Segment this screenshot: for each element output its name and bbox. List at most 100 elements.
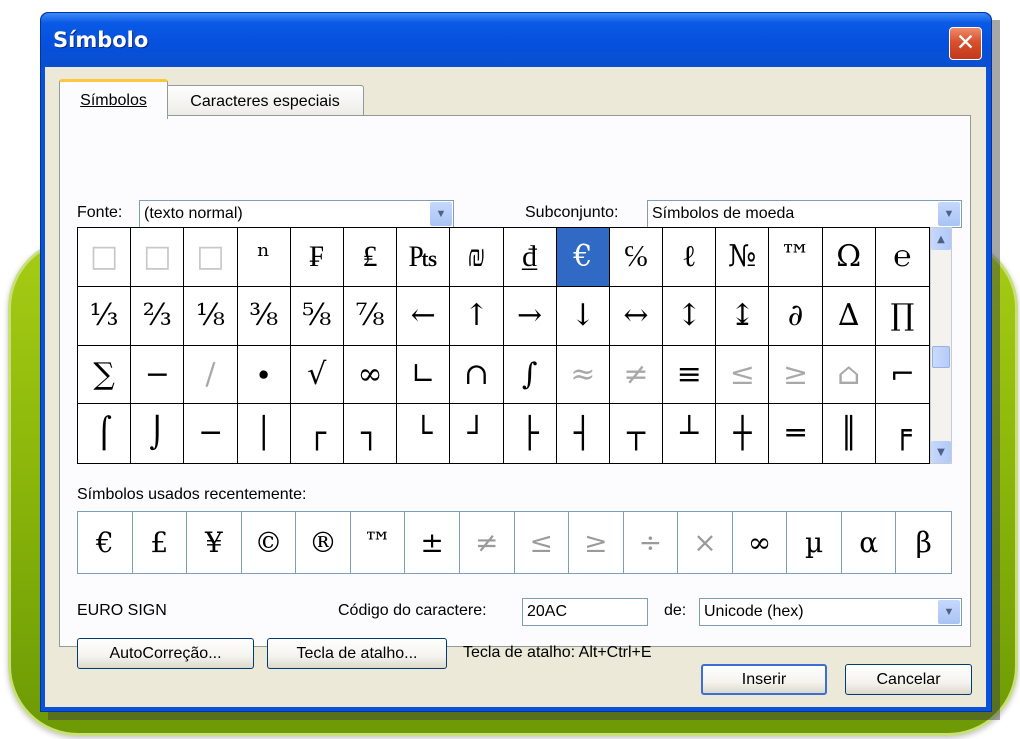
symbol-cell[interactable]: ┐	[344, 404, 398, 463]
symbol-cell[interactable]: √	[290, 345, 344, 405]
symbol-cell-selected[interactable]: €	[556, 228, 610, 287]
recent-symbol-cell[interactable]: €	[78, 512, 133, 573]
close-button[interactable]: ✕	[949, 27, 982, 60]
recent-symbol-cell[interactable]: ≥	[569, 512, 624, 573]
symbol-cell[interactable]: │	[238, 404, 291, 463]
symbol-cell[interactable]: ⅜	[237, 286, 291, 346]
symbol-cell[interactable]: №	[716, 228, 770, 287]
symbol-cell[interactable]: Ω	[822, 228, 876, 287]
recent-symbol-cell[interactable]: β	[896, 512, 951, 573]
symbol-cell[interactable]: └	[397, 404, 451, 463]
symbol-cell[interactable]: ⅝	[290, 286, 344, 346]
symbol-cell[interactable]: ∫	[503, 345, 557, 405]
symbol-cell[interactable]: ┬	[610, 404, 664, 463]
symbol-cell[interactable]: ┼	[716, 404, 770, 463]
symbol-cell[interactable]: ⌠	[78, 404, 132, 463]
symbol-cell[interactable]: ┴	[663, 404, 717, 463]
symbol-cell[interactable]: ≥	[769, 345, 823, 405]
scroll-up-button[interactable]: ▲	[931, 228, 951, 250]
recent-symbol-cell[interactable]: ±	[405, 512, 460, 573]
symbol-cell[interactable]: ∞	[343, 345, 398, 405]
symbol-cell[interactable]: ₪	[450, 228, 504, 287]
symbol-cell[interactable]: ∆	[822, 286, 876, 346]
symbol-cell[interactable]: ⌡	[131, 404, 185, 463]
chevron-down-icon[interactable]: ▼	[430, 202, 452, 226]
recent-symbol-cell[interactable]: ÷	[624, 512, 679, 573]
symbol-cell[interactable]: ╒	[876, 404, 929, 463]
recent-symbol-cell[interactable]: ™	[351, 512, 406, 573]
recent-symbol-cell[interactable]: α	[842, 512, 897, 573]
symbol-cell[interactable]: ℓ	[663, 228, 717, 287]
scroll-thumb[interactable]	[932, 346, 950, 368]
insert-button[interactable]: Inserir	[701, 664, 827, 695]
symbol-cell[interactable]: ┘	[450, 404, 504, 463]
symbol-cell[interactable]: ≡	[663, 345, 717, 405]
symbol-cell[interactable]: ™	[769, 228, 823, 287]
symbol-cell[interactable]: ║	[823, 404, 876, 463]
scroll-down-button[interactable]: ▼	[931, 441, 951, 463]
cancel-button[interactable]: Cancelar	[845, 664, 972, 695]
recent-symbol-cell[interactable]: ®	[296, 512, 351, 573]
symbol-cell[interactable]: ≈	[556, 345, 610, 405]
chevron-down-icon[interactable]: ▼	[938, 600, 960, 624]
tab-simbolos[interactable]: Símbolos	[59, 79, 168, 119]
autocorrect-button[interactable]: AutoCorreção...	[77, 638, 254, 669]
symbol-cell[interactable]: ├	[504, 404, 557, 463]
recent-symbol-cell[interactable]: µ	[787, 512, 842, 573]
chevron-down-icon[interactable]: ▼	[938, 202, 960, 226]
subset-select[interactable]: Símbolos de moeda ▼	[647, 200, 962, 228]
font-select[interactable]: (texto normal) ▼	[139, 200, 454, 228]
symbol-cell[interactable]: ₫	[503, 228, 557, 287]
symbol-cell[interactable]: ℮	[875, 228, 929, 287]
symbol-cell[interactable]: →	[503, 286, 557, 346]
title-bar[interactable]: Símbolo ✕	[41, 13, 991, 67]
symbol-cell[interactable]: ∏	[875, 287, 929, 346]
symbol-cell[interactable]: ↨	[716, 286, 770, 346]
symbol-grid[interactable]: □ □ □ ⁿ ₣ ₤ ₧ ₪ ₫ € ℅ ℓ № ™ Ω ℮ ⅓ ⅔ ⅛ ⅜ ⅝ ⅞ ← ↑ → ↓ ↔ ↕ ↨ ∂ ∆ ∏ ∑ − ∕ ∙ √ ∞ ∟ ∩…	[77, 227, 930, 464]
symbol-cell[interactable]: ℅	[609, 228, 664, 287]
symbol-cell[interactable]: ∙	[237, 345, 291, 405]
recent-symbol-cell[interactable]: ∞	[733, 512, 788, 573]
symbol-cell[interactable]: ⅛	[184, 286, 238, 346]
from-select[interactable]: Unicode (hex) ▼	[699, 598, 962, 626]
symbol-cell[interactable]: □	[184, 228, 238, 287]
shortcut-key-button[interactable]: Tecla de atalho...	[267, 638, 447, 669]
symbol-cell[interactable]: □	[78, 228, 132, 287]
recent-symbol-cell[interactable]: ≤	[515, 512, 570, 573]
symbol-cell[interactable]: ↓	[556, 286, 610, 346]
symbol-cell[interactable]: ≠	[609, 345, 664, 405]
symbol-cell[interactable]: ₣	[290, 228, 344, 287]
symbol-cell[interactable]: ═	[769, 404, 823, 463]
symbol-grid-scrollbar[interactable]: ▲ ▼	[930, 227, 952, 464]
symbol-cell[interactable]: ⅓	[78, 286, 132, 346]
symbol-cell[interactable]: ∕	[184, 345, 238, 405]
symbol-cell[interactable]: ─	[184, 404, 238, 463]
symbol-cell[interactable]: ∂	[769, 286, 823, 346]
symbol-cell[interactable]: ∑	[78, 345, 132, 405]
symbol-cell[interactable]: ←	[397, 286, 451, 346]
recent-symbol-cell[interactable]: ¥	[187, 512, 242, 573]
symbol-cell[interactable]: −	[131, 345, 185, 405]
symbol-cell[interactable]: ⅔	[131, 286, 185, 346]
symbol-cell[interactable]: ∩	[450, 345, 504, 405]
tab-caracteres-especiais[interactable]: Caracteres especiais	[166, 85, 364, 117]
recent-symbol-cell[interactable]: ©	[242, 512, 297, 573]
symbol-cell[interactable]: ┌	[291, 404, 344, 463]
symbol-cell[interactable]: ∟	[397, 345, 451, 405]
symbol-cell[interactable]: ≤	[716, 345, 770, 405]
recent-symbols-grid[interactable]: € £ ¥ © ® ™ ± ≠ ≤ ≥ ÷ × ∞ µ α β	[77, 511, 952, 574]
recent-symbol-cell[interactable]: ×	[678, 512, 733, 573]
symbol-cell[interactable]: ↑	[450, 286, 504, 346]
char-code-input[interactable]: 20AC	[522, 598, 648, 626]
symbol-cell[interactable]: □	[131, 228, 185, 287]
symbol-cell[interactable]: ↕	[663, 286, 717, 346]
symbol-cell[interactable]: ₧	[397, 228, 451, 287]
symbol-cell[interactable]: ┤	[557, 404, 610, 463]
symbol-cell[interactable]: ↔	[609, 286, 664, 346]
symbol-cell[interactable]: ⅞	[343, 286, 398, 346]
symbol-cell[interactable]: ⌂	[822, 345, 876, 405]
recent-symbol-cell[interactable]: ≠	[460, 512, 515, 573]
symbol-cell[interactable]: ⁿ	[237, 228, 291, 287]
symbol-cell[interactable]: ⌐	[875, 346, 929, 405]
recent-symbol-cell[interactable]: £	[133, 512, 188, 573]
